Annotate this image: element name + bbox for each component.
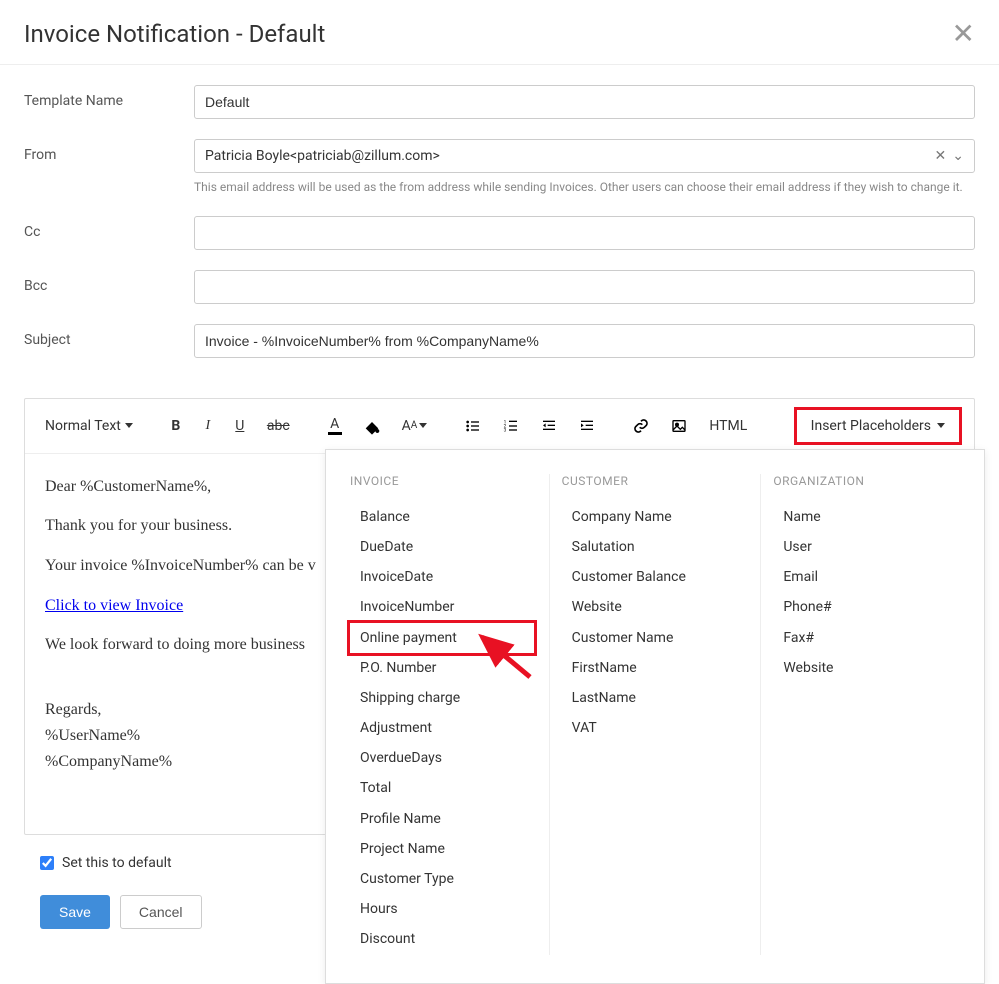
- ph-item-org-name[interactable]: Name: [773, 502, 960, 532]
- fill-color-button[interactable]: [356, 412, 388, 440]
- ph-item-invoicedate[interactable]: InvoiceDate: [350, 562, 537, 592]
- subject-label: Subject: [24, 324, 194, 348]
- ph-item-project-name[interactable]: Project Name: [350, 834, 537, 864]
- ph-item-org-email[interactable]: Email: [773, 562, 960, 592]
- bold-button[interactable]: B: [163, 412, 189, 440]
- dd-head-organization: ORGANIZATION: [773, 474, 960, 488]
- image-button[interactable]: [663, 412, 695, 440]
- ph-item-shipping[interactable]: Shipping charge: [350, 683, 537, 713]
- cc-label: Cc: [24, 216, 194, 240]
- bcc-input[interactable]: [194, 270, 975, 304]
- ph-item-org-user[interactable]: User: [773, 532, 960, 562]
- italic-button[interactable]: I: [195, 412, 221, 440]
- ph-item-org-website[interactable]: Website: [773, 653, 960, 683]
- from-select[interactable]: Patricia Boyle<patriciab@zillum.com> ✕ ⌄: [194, 139, 975, 173]
- ph-item-salutation[interactable]: Salutation: [562, 532, 749, 562]
- ph-item-company-name[interactable]: Company Name: [562, 502, 749, 532]
- paragraph-style-label: Normal Text: [45, 418, 121, 434]
- ph-item-customer-type[interactable]: Customer Type: [350, 864, 537, 894]
- clear-icon[interactable]: ✕: [935, 148, 947, 164]
- ph-item-profile-name[interactable]: Profile Name: [350, 804, 537, 834]
- outdent-button[interactable]: [533, 412, 565, 440]
- from-label: From: [24, 139, 194, 163]
- insert-placeholders-dropdown[interactable]: Insert Placeholders: [794, 407, 962, 445]
- body-view-invoice-link[interactable]: Click to view Invoice: [45, 597, 183, 614]
- save-button[interactable]: Save: [40, 895, 110, 929]
- page-title: Invoice Notification - Default: [24, 20, 325, 48]
- ph-item-firstname[interactable]: FirstName: [562, 653, 749, 683]
- ph-item-po-number[interactable]: P.O. Number: [350, 653, 537, 683]
- ph-item-hours[interactable]: Hours: [350, 894, 537, 924]
- chevron-down-icon: [125, 423, 133, 428]
- html-button[interactable]: HTML: [701, 412, 755, 440]
- ph-item-customer-balance[interactable]: Customer Balance: [562, 562, 749, 592]
- cancel-button[interactable]: Cancel: [120, 895, 202, 929]
- ph-item-duedate[interactable]: DueDate: [350, 532, 537, 562]
- ph-item-total[interactable]: Total: [350, 773, 537, 803]
- dd-head-invoice: INVOICE: [350, 474, 537, 488]
- ph-item-org-phone[interactable]: Phone#: [773, 592, 960, 622]
- ph-item-vat[interactable]: VAT: [562, 713, 749, 743]
- from-helper-text: This email address will be used as the f…: [194, 179, 975, 196]
- underline-button[interactable]: U: [227, 412, 253, 440]
- dd-head-customer: CUSTOMER: [562, 474, 749, 488]
- strikethrough-button[interactable]: abc: [259, 412, 298, 440]
- link-button[interactable]: [625, 412, 657, 440]
- paragraph-style-dropdown[interactable]: Normal Text: [37, 412, 141, 440]
- ph-item-website[interactable]: Website: [562, 592, 749, 622]
- ordered-list-button[interactable]: 123: [495, 412, 527, 440]
- ph-item-overduedays[interactable]: OverdueDays: [350, 743, 537, 773]
- unordered-list-button[interactable]: [457, 412, 489, 440]
- chevron-down-icon[interactable]: ⌄: [952, 148, 964, 164]
- from-value: Patricia Boyle<patriciab@zillum.com>: [205, 148, 440, 164]
- subject-input[interactable]: [194, 324, 975, 358]
- ph-item-balance[interactable]: Balance: [350, 502, 537, 532]
- font-size-button[interactable]: AA: [394, 412, 436, 440]
- chevron-down-icon: [937, 423, 945, 428]
- editor-toolbar: Normal Text B I U abc A AA 123: [25, 399, 974, 454]
- placeholders-dropdown-panel: INVOICE Balance DueDate InvoiceDate Invo…: [325, 449, 985, 984]
- ph-item-adjustment[interactable]: Adjustment: [350, 713, 537, 743]
- template-name-input[interactable]: [194, 85, 975, 119]
- ph-item-online-payment[interactable]: Online payment: [347, 620, 537, 656]
- indent-button[interactable]: [571, 412, 603, 440]
- template-name-label: Template Name: [24, 85, 194, 109]
- ph-item-org-fax[interactable]: Fax#: [773, 623, 960, 653]
- close-icon[interactable]: ✕: [952, 20, 975, 48]
- text-color-button[interactable]: A: [320, 411, 350, 441]
- ph-item-invoicenumber[interactable]: InvoiceNumber: [350, 592, 537, 622]
- bcc-label: Bcc: [24, 270, 194, 294]
- set-default-checkbox[interactable]: [40, 856, 54, 870]
- cc-input[interactable]: [194, 216, 975, 250]
- ph-item-customer-name[interactable]: Customer Name: [562, 623, 749, 653]
- svg-text:3: 3: [504, 427, 507, 433]
- set-default-label: Set this to default: [62, 855, 172, 871]
- insert-placeholders-label: Insert Placeholders: [811, 418, 931, 434]
- ph-item-lastname[interactable]: LastName: [562, 683, 749, 713]
- ph-item-discount[interactable]: Discount: [350, 924, 537, 954]
